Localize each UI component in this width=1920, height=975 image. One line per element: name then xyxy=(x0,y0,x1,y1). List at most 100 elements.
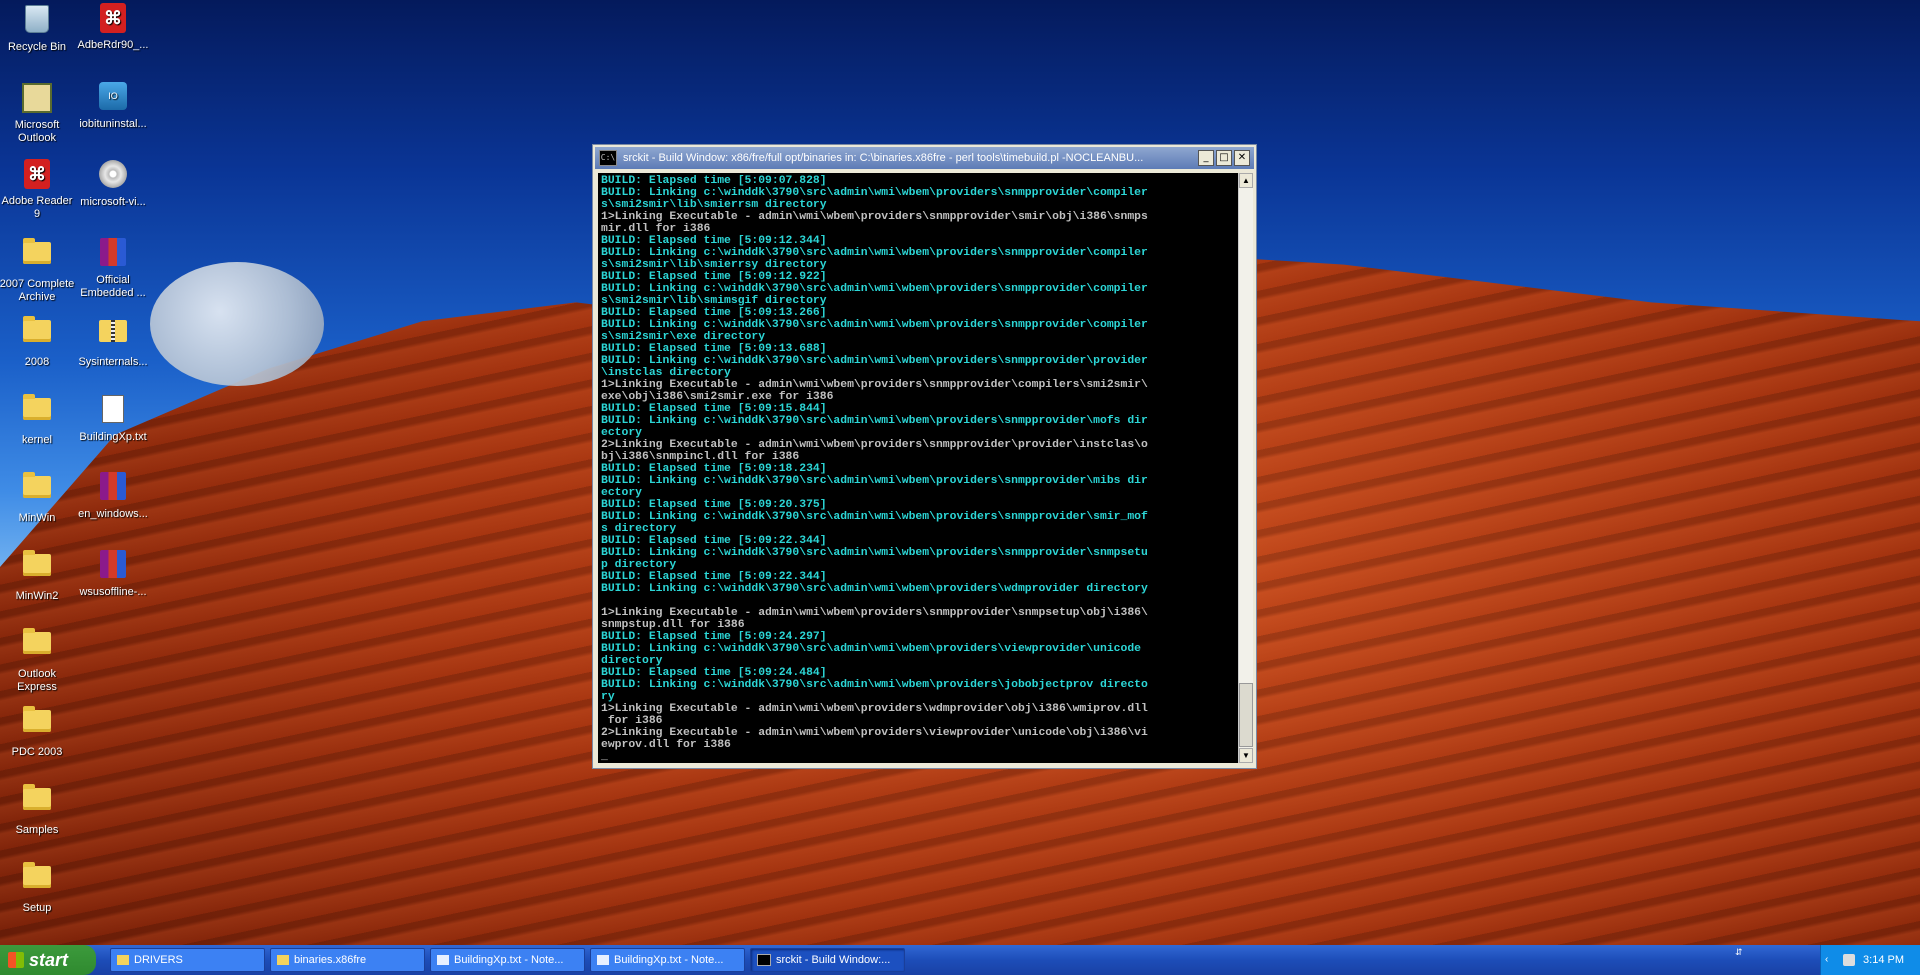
task-label: DRIVERS xyxy=(134,954,183,966)
console-line: BUILD: Linking c:\winddk\3790\src\admin\… xyxy=(601,187,1148,199)
zip-folder-icon xyxy=(99,320,127,342)
clock[interactable]: 3:14 PM xyxy=(1863,945,1904,975)
desktop-icon-2007-archive[interactable]: 2007 Complete Archive xyxy=(0,236,75,304)
desktop-icon-outlook-express[interactable]: Outlook Express xyxy=(0,626,75,694)
console-line: \instclas directory xyxy=(601,367,731,379)
scrollbar-thumb[interactable] xyxy=(1239,683,1253,747)
console-line: BUILD: Linking c:\winddk\3790\src\admin\… xyxy=(601,547,1148,559)
console-line: bj\i386\snmpincl.dll for i386 xyxy=(601,451,800,463)
folder-icon xyxy=(23,550,51,576)
console-line: BUILD: Elapsed time [5:09:22.344] xyxy=(601,571,827,583)
desktop-icon-samples[interactable]: Samples xyxy=(0,782,75,837)
desktop-icon-label: AdbeRdr90_... xyxy=(77,39,149,51)
console-line: mir.dll for i386 xyxy=(601,223,711,235)
console-line: BUILD: Linking c:\winddk\3790\src\admin\… xyxy=(601,475,1148,487)
task-label: BuildingXp.txt - Note... xyxy=(454,954,564,966)
console-line: ectory xyxy=(601,487,643,499)
text-file-icon xyxy=(102,395,124,423)
desktop-icon-minwin2[interactable]: MinWin2 xyxy=(0,548,75,603)
folder-icon xyxy=(23,238,51,264)
console-icon xyxy=(757,954,771,967)
desktop-icon-pdc-2003[interactable]: PDC 2003 xyxy=(0,704,75,759)
console-line: s directory xyxy=(601,523,677,535)
desktop-icon-buildingxp-txt[interactable]: BuildingXp.txt xyxy=(75,392,151,444)
maximize-button[interactable]: □ xyxy=(1216,150,1232,166)
notepad-icon xyxy=(437,955,449,966)
desktop-icon-recycle-bin[interactable]: Recycle Bin xyxy=(0,2,75,54)
console-line: BUILD: Elapsed time [5:09:13.688] xyxy=(601,343,827,355)
minimize-button[interactable]: _ xyxy=(1198,150,1214,166)
notepad-icon xyxy=(597,955,609,966)
desktop-icon-microsoft-vi[interactable]: microsoft-vi... xyxy=(75,158,151,209)
taskbar: start DRIVERS binaries.x86fre BuildingXp… xyxy=(0,945,1920,975)
console-line: p directory xyxy=(601,559,677,571)
pdf-icon: ⌘ xyxy=(100,3,126,33)
vertical-scrollbar[interactable]: ▲ ▼ xyxy=(1238,173,1253,763)
folder-icon xyxy=(23,862,51,888)
desktop-icon-adberdr90[interactable]: ⌘ AdbeRdr90_... xyxy=(75,2,151,52)
taskbar-button-srckit[interactable]: srckit - Build Window:... xyxy=(750,948,905,972)
network-icon[interactable] xyxy=(1843,954,1855,966)
desktop-icon-iobituninstaller[interactable]: IO iobituninstal... xyxy=(75,80,151,131)
desktop-icon-wsusoffline[interactable]: wsusoffline-... xyxy=(75,548,151,599)
folder-icon xyxy=(23,706,51,732)
desktop-icon-en-windows[interactable]: en_windows... xyxy=(75,470,151,521)
language-bar-icon[interactable]: ⇵ xyxy=(1735,947,1743,957)
desktop-icon-label: wsusoffline-... xyxy=(79,586,147,598)
close-button[interactable]: ✕ xyxy=(1234,150,1250,166)
desktop-icon-adobe-reader[interactable]: ⌘ Adobe Reader 9 xyxy=(0,158,75,221)
folder-icon xyxy=(23,628,51,654)
console-line: 1>Linking Executable - admin\wmi\wbem\pr… xyxy=(601,703,1148,715)
desktop-icon-official-embedded[interactable]: Official Embedded ... xyxy=(75,236,151,300)
window-title: srckit - Build Window: x86/fre/full opt/… xyxy=(623,152,1144,164)
desktop-icon-label: MinWin xyxy=(18,512,56,524)
console-line: BUILD: Linking c:\winddk\3790\src\admin\… xyxy=(601,643,1142,655)
console-window[interactable]: C:\ srckit - Build Window: x86/fre/full … xyxy=(592,144,1257,769)
desktop-icon-label: iobituninstal... xyxy=(79,118,147,130)
pdf-icon: ⌘ xyxy=(24,159,50,189)
desktop-icon-minwin[interactable]: MinWin xyxy=(0,470,75,525)
console-line: BUILD: Linking c:\winddk\3790\src\admin\… xyxy=(601,319,1148,331)
console-output[interactable]: BUILD: Elapsed time [5:09:07.828] BUILD: … xyxy=(598,173,1238,763)
folder-icon xyxy=(277,955,289,966)
desktop: Recycle Bin Microsoft Outlook ⌘ Adobe Re… xyxy=(0,0,1920,945)
console-icon: C:\ xyxy=(599,150,617,166)
windows-logo-icon xyxy=(8,952,24,968)
taskbar-button-binaries[interactable]: binaries.x86fre xyxy=(270,948,425,972)
console-line: s\smi2smir\lib\smierrsy directory xyxy=(601,259,827,271)
desktop-icon-setup[interactable]: Setup xyxy=(0,860,75,915)
desktop-icon-label: BuildingXp.txt xyxy=(79,431,147,443)
console-line: ry xyxy=(601,691,615,703)
scroll-up-icon[interactable]: ▲ xyxy=(1239,173,1253,188)
console-line: 2>Linking Executable - admin\wmi\wbem\pr… xyxy=(601,727,1148,739)
taskbar-button-notepad-1[interactable]: BuildingXp.txt - Note... xyxy=(430,948,585,972)
console-line: BUILD: Elapsed time [5:09:22.344] xyxy=(601,535,827,547)
console-line: BUILD: Linking c:\winddk\3790\src\admin\… xyxy=(601,355,1148,367)
desktop-icon-microsoft-outlook[interactable]: Microsoft Outlook xyxy=(0,80,75,145)
console-line: BUILD: Elapsed time [5:09:24.297] xyxy=(601,631,827,643)
scroll-down-icon[interactable]: ▼ xyxy=(1239,748,1253,763)
taskbar-button-notepad-2[interactable]: BuildingXp.txt - Note... xyxy=(590,948,745,972)
desktop-icon-label: Official Embedded ... xyxy=(80,274,146,299)
desktop-icon-label: 2007 Complete Archive xyxy=(0,278,75,303)
console-line: BUILD: Elapsed time [5:09:15.844] xyxy=(601,403,827,415)
tray-expand-icon[interactable]: ‹ xyxy=(1825,945,1828,975)
console-line: exe\obj\i386\smi2smir.exe for i386 xyxy=(601,391,834,403)
console-line: directory xyxy=(601,655,663,667)
console-line: BUILD: Linking c:\winddk\3790\src\admin\… xyxy=(601,679,1148,691)
window-titlebar[interactable]: C:\ srckit - Build Window: x86/fre/full … xyxy=(595,147,1254,169)
start-button[interactable]: start xyxy=(0,945,96,975)
taskbar-button-drivers[interactable]: DRIVERS xyxy=(110,948,265,972)
folder-icon xyxy=(23,316,51,342)
installer-icon: IO xyxy=(99,82,127,110)
console-line: s\smi2smir\lib\smimsgif directory xyxy=(601,295,827,307)
desktop-icon-kernel[interactable]: kernel xyxy=(0,392,75,447)
desktop-icon-2008[interactable]: 2008 xyxy=(0,314,75,369)
desktop-icon-sysinternals[interactable]: Sysinternals... xyxy=(75,314,151,369)
console-line: BUILD: Linking c:\winddk\3790\src\admin\… xyxy=(601,511,1148,523)
console-line: 1>Linking Executable - admin\wmi\wbem\pr… xyxy=(601,379,1148,391)
desktop-icon-label: microsoft-vi... xyxy=(80,196,146,208)
task-label: BuildingXp.txt - Note... xyxy=(614,954,724,966)
desktop-icon-label: Microsoft Outlook xyxy=(14,119,60,144)
